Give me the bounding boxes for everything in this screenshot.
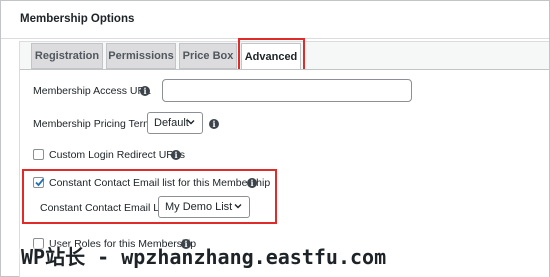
info-icon[interactable]: i [209,119,219,129]
info-icon[interactable]: i [247,178,257,188]
pricing-terms-select[interactable]: Default [147,112,203,134]
constant-contact-label: Constant Contact Email list for this Mem… [49,177,271,189]
chevron-down-icon [234,204,242,209]
custom-login-checkbox[interactable] [33,149,44,160]
tab-registration[interactable]: Registration [31,43,103,69]
panel-header: Membership Options [1,1,549,39]
email-list-value: My Demo List [165,201,233,213]
email-list-label: Constant Contact Email List: [40,202,173,214]
user-roles-checkbox[interactable] [33,238,44,249]
info-icon[interactable]: i [181,239,191,249]
user-roles-label: User Roles for this Membership [49,238,197,250]
chevron-down-icon [187,120,195,125]
checkmark-icon [35,178,45,187]
custom-login-label: Custom Login Redirect URLs [49,149,185,161]
email-list-select[interactable]: My Demo List [158,196,250,218]
panel-title: Membership Options [20,13,135,25]
constant-contact-checkbox[interactable] [33,177,45,188]
info-icon[interactable]: i [140,86,150,96]
tab-price-box[interactable]: Price Box [179,43,237,69]
tab-permissions[interactable]: Permissions [106,43,176,69]
access-url-input[interactable] [162,79,412,102]
advanced-tab-highlight [238,38,305,71]
pricing-terms-label: Membership Pricing Terms: [33,118,161,130]
access-url-label: Membership Access URL [33,85,151,97]
info-icon[interactable]: i [171,150,181,160]
pricing-terms-value: Default [154,117,189,129]
